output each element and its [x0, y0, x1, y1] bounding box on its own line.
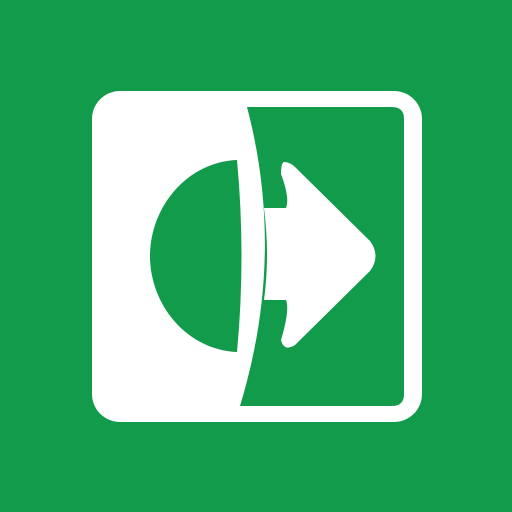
app-icon-tile [0, 0, 512, 512]
exit-icon [92, 91, 422, 422]
